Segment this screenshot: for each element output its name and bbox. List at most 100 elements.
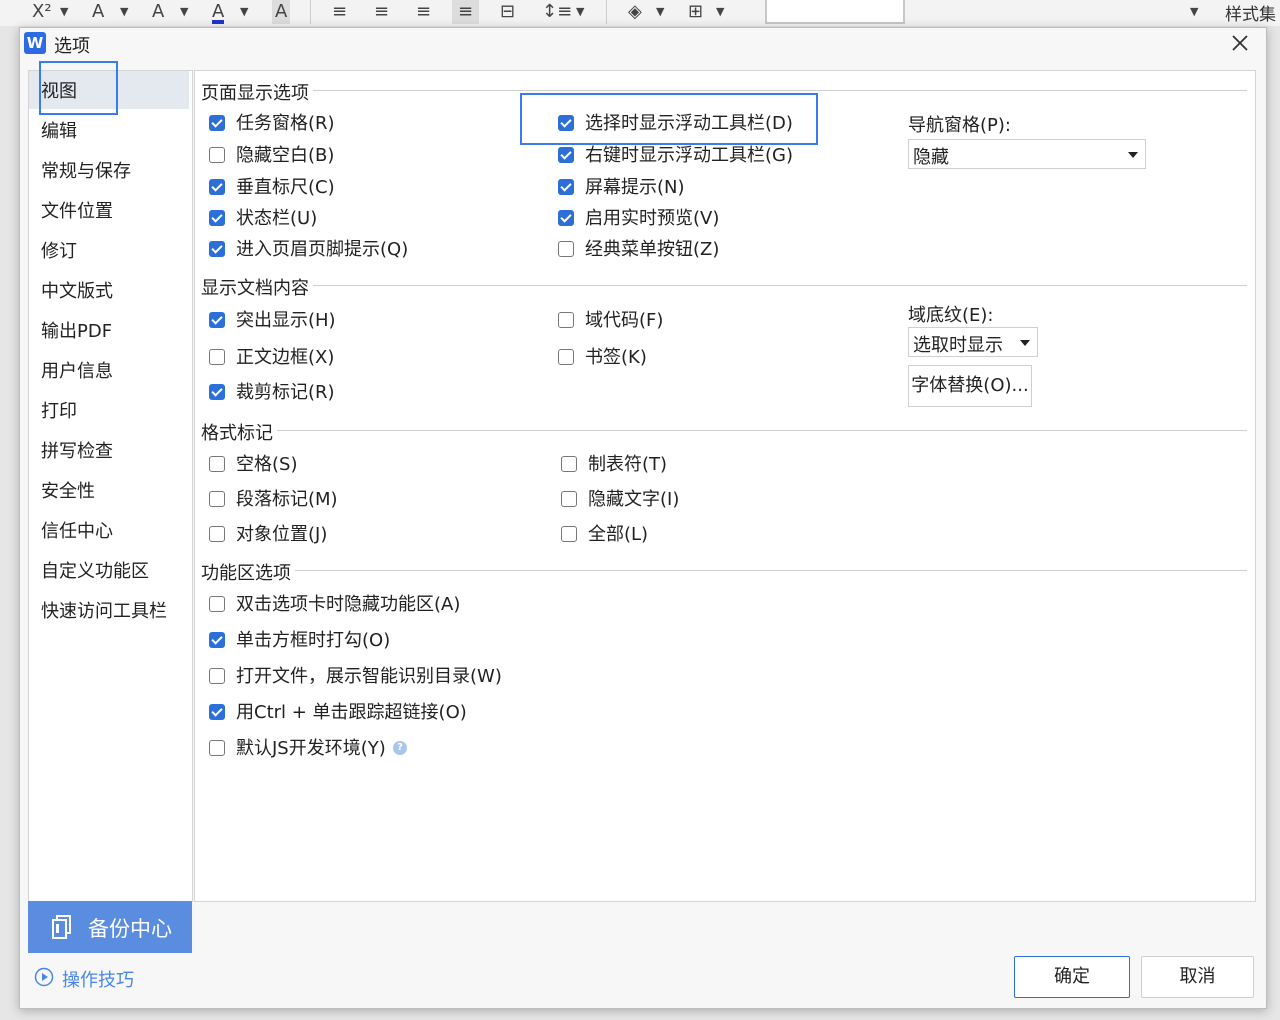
text-color-button[interactable]: A — [212, 0, 225, 24]
style-set-label[interactable]: 样式集 — [1225, 0, 1276, 25]
checkbox-box[interactable] — [561, 526, 577, 542]
checkbox-box[interactable] — [558, 241, 574, 257]
nav-pane-select[interactable]: 隐藏 — [908, 139, 1146, 169]
font-color-button[interactable]: A — [92, 0, 104, 24]
options-sidebar: 视图 编辑 常规与保存 文件位置 修订 中文版式 输出PDF 用户信息 打印 拼… — [28, 70, 193, 902]
checkbox-box[interactable] — [209, 491, 225, 507]
sidebar-item-print[interactable]: 打印 — [41, 400, 77, 424]
superscript-button[interactable]: X² — [32, 0, 52, 24]
sidebar-item-security[interactable]: 安全性 — [41, 480, 95, 504]
checkbox-label: 屏幕提示(N) — [585, 177, 685, 198]
field-shading-label: 域底纹(E): — [908, 305, 994, 326]
checkbox-label: 全部(L) — [588, 524, 649, 545]
section-divider — [201, 430, 1247, 431]
section-divider — [201, 570, 1247, 571]
sidebar-item-export-pdf[interactable]: 输出PDF — [41, 320, 112, 344]
chevron-down-icon[interactable]: ▼ — [180, 0, 188, 24]
sidebar-item-spell-check[interactable]: 拼写检查 — [41, 440, 113, 464]
chevron-down-icon[interactable]: ▼ — [120, 0, 128, 24]
checkbox-label: 双击选项卡时隐藏功能区(A) — [236, 594, 461, 615]
sidebar-item-customize-ribbon[interactable]: 自定义功能区 — [41, 560, 149, 584]
checkbox-box[interactable] — [209, 596, 225, 612]
align-left-icon[interactable]: ≡ — [332, 0, 347, 24]
cancel-button[interactable]: 取消 — [1141, 956, 1254, 998]
checkbox-label: 右键时显示浮动工具栏(G) — [585, 145, 793, 166]
checkbox-label: 隐藏空白(B) — [236, 145, 335, 166]
checkbox-box[interactable] — [209, 740, 225, 756]
chevron-down-icon[interactable]: ▼ — [576, 0, 584, 24]
checkbox-box[interactable] — [561, 456, 577, 472]
justify-icon[interactable]: ≡ — [452, 0, 480, 24]
checkbox-label: 制表符(T) — [588, 454, 668, 475]
sidebar-item-file-location[interactable]: 文件位置 — [41, 200, 113, 224]
section-divider — [201, 90, 1247, 91]
checkbox-box[interactable] — [209, 241, 225, 257]
dialog-title: 选项 — [54, 36, 90, 57]
sidebar-item-chinese-layout[interactable]: 中文版式 — [41, 280, 113, 304]
checkbox-box[interactable] — [209, 115, 225, 131]
sidebar-item-user-info[interactable]: 用户信息 — [41, 360, 113, 384]
options-dialog: W 选项 视图 编辑 常规与保存 文件位置 修订 中文版式 输出PDF 用户信息… — [19, 27, 1267, 1009]
checkbox-box[interactable] — [558, 179, 574, 195]
checkbox-box[interactable] — [561, 491, 577, 507]
checkbox-box[interactable] — [558, 210, 574, 226]
ok-button[interactable]: 确定 — [1014, 956, 1130, 998]
checkbox-box[interactable] — [209, 456, 225, 472]
section-title-format-marks: 格式标记 — [201, 419, 277, 445]
chevron-down-icon[interactable]: ▼ — [240, 0, 248, 24]
checkbox-box[interactable] — [558, 147, 574, 163]
checkbox-box[interactable] — [558, 349, 574, 365]
toolbar-divider — [606, 0, 607, 24]
align-right-icon[interactable]: ≡ — [416, 0, 431, 24]
checkbox-box[interactable] — [209, 704, 225, 720]
checkbox-box[interactable] — [209, 179, 225, 195]
checkbox-box[interactable] — [209, 668, 225, 684]
backup-center-label: 备份中心 — [88, 917, 172, 941]
close-icon[interactable] — [1228, 31, 1252, 55]
options-panel: 页面显示选项 任务窗格(R) 隐藏空白(B) 垂直标尺(C) 状态栏(U) 进入… — [194, 70, 1256, 902]
sidebar-item-trust-center[interactable]: 信任中心 — [41, 520, 113, 544]
checkbox-label: 正文边框(X) — [236, 347, 335, 368]
play-circle-icon — [34, 967, 54, 987]
checkbox-box[interactable] — [209, 147, 225, 163]
sidebar-item-general-save[interactable]: 常规与保存 — [41, 160, 131, 184]
checkbox-label: 空格(S) — [236, 454, 298, 475]
highlight-box-view — [39, 61, 118, 115]
checkbox-box[interactable] — [209, 526, 225, 542]
checkbox-box[interactable] — [209, 312, 225, 328]
font-substitution-button[interactable]: 字体替换(O)... — [908, 365, 1032, 407]
checkbox-box[interactable] — [558, 312, 574, 328]
section-divider — [201, 285, 1247, 286]
checkbox-label: 打开文件，展示智能识别目录(W) — [236, 666, 502, 687]
checkbox-label: 对象位置(J) — [236, 524, 328, 545]
line-spacing-icon[interactable]: ↕≡ — [542, 0, 572, 24]
highlight-button[interactable]: A — [152, 0, 164, 24]
sidebar-item-revision[interactable]: 修订 — [41, 240, 77, 264]
dialog-titlebar: W 选项 — [20, 28, 1266, 60]
checkbox-box[interactable] — [209, 632, 225, 648]
checkbox-box[interactable] — [209, 384, 225, 400]
char-shading-button[interactable]: A — [272, 0, 291, 24]
checkbox-label: 用Ctrl + 单击跟踪超链接(O) — [236, 702, 467, 723]
backup-center-button[interactable]: 备份中心 — [28, 901, 192, 953]
sidebar-item-quick-access-toolbar[interactable]: 快速访问工具栏 — [41, 600, 167, 624]
help-icon[interactable]: ? — [393, 741, 407, 755]
chevron-down-icon[interactable]: ▼ — [656, 0, 664, 24]
style-gallery[interactable] — [765, 0, 905, 24]
section-title-doc-content: 显示文档内容 — [201, 274, 313, 300]
field-shading-select[interactable]: 选取时显示 — [908, 327, 1038, 357]
shading-icon[interactable]: ◈ — [628, 0, 642, 24]
checkbox-box[interactable] — [209, 210, 225, 226]
border-icon[interactable]: ⊞ — [688, 0, 703, 24]
tips-label[interactable]: 操作技巧 — [62, 966, 134, 992]
field-shading-value: 选取时显示 — [913, 335, 1003, 356]
chevron-down-icon[interactable]: ▼ — [716, 0, 724, 24]
chevron-down-icon[interactable]: ▼ — [1190, 0, 1198, 24]
distributed-icon[interactable]: ⊟ — [500, 0, 515, 24]
chevron-down-icon — [1128, 152, 1138, 158]
checkbox-label: 域代码(F) — [585, 310, 664, 331]
align-center-icon[interactable]: ≡ — [374, 0, 389, 24]
sidebar-item-edit[interactable]: 编辑 — [41, 120, 77, 144]
chevron-down-icon[interactable]: ▼ — [60, 0, 68, 24]
checkbox-box[interactable] — [209, 349, 225, 365]
